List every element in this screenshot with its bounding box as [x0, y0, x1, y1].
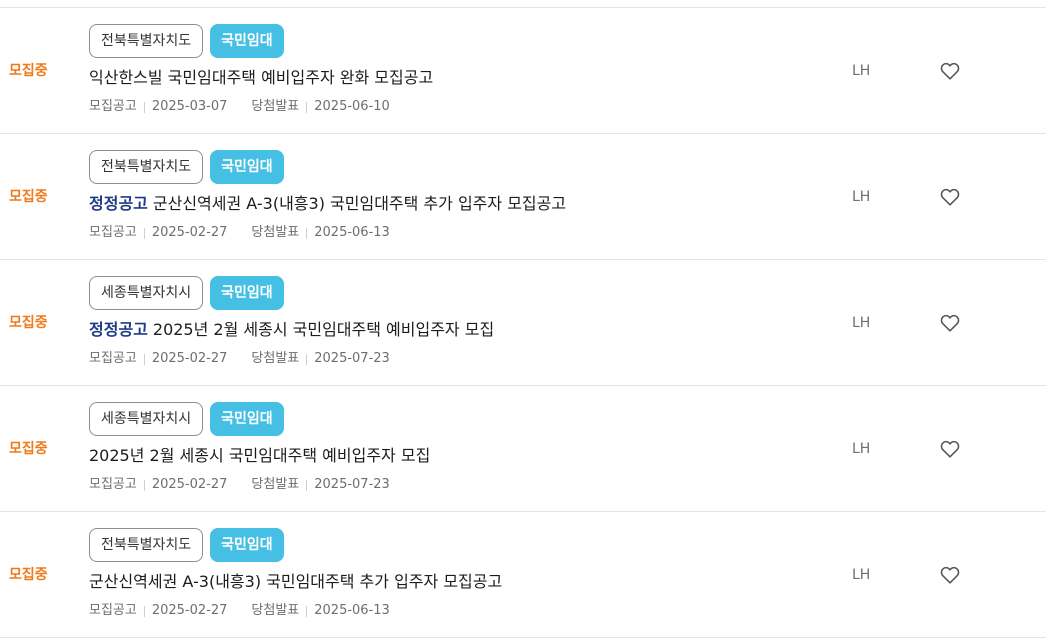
- notice-date: 2025-03-07: [151, 99, 228, 114]
- tag-group: 세종특별자치시 국민임대: [89, 402, 284, 436]
- listing-title-text: 군산신역세권 A-3(내흥3) 국민임대주택 추가 입주자 모집공고: [152, 194, 567, 213]
- status-badge: 모집중: [9, 63, 48, 79]
- listing-row[interactable]: 모집중 세종특별자치시 국민임대 2025년 2월 세종시 국민임대주택 예비입…: [0, 386, 1046, 512]
- heart-outline-icon[interactable]: [939, 564, 961, 586]
- listing-title[interactable]: 익산한스빌 국민임대주택 예비입주자 완화 모집공고: [89, 67, 433, 89]
- notice-label: 모집공고: [89, 603, 137, 618]
- winner-label: 당첨발표: [251, 99, 300, 114]
- notice-label: 모집공고: [89, 225, 137, 240]
- rental-type-tag: 국민임대: [210, 150, 284, 184]
- notice-date: 2025-02-27: [151, 351, 228, 366]
- tag-group: 전북특별자치도 국민임대: [89, 24, 284, 58]
- listing-row[interactable]: 모집중 전북특별자치도 국민임대 정정공고 군산신역세권 A-3(내흥3) 국민임…: [0, 134, 1046, 260]
- notice-date: 2025-02-27: [151, 477, 228, 492]
- region-tag: 세종특별자치시: [89, 276, 204, 310]
- meta-divider: [143, 479, 145, 491]
- winner-date: 2025-06-13: [314, 603, 390, 618]
- listing-meta: 모집공고 2025-02-27 당첨발표 2025-06-13: [89, 225, 390, 241]
- listing-title[interactable]: 정정공고 2025년 2월 세종시 국민임대주택 예비입주자 모집: [89, 319, 494, 341]
- listing-meta: 모집공고 2025-02-27 당첨발표 2025-07-23: [89, 477, 390, 493]
- listing-meta: 모집공고 2025-03-07 당첨발표 2025-06-10: [89, 99, 390, 115]
- status-badge: 모집중: [9, 189, 48, 205]
- correction-label: 정정공고: [89, 194, 148, 213]
- meta-divider: [143, 605, 145, 617]
- listing-row[interactable]: 모집중 전북특별자치도 국민임대 익산한스빌 국민임대주택 예비입주자 완화 모…: [0, 8, 1046, 134]
- rental-type-tag: 국민임대: [210, 24, 284, 58]
- listing-meta: 모집공고 2025-02-27 당첨발표 2025-06-13: [89, 603, 390, 619]
- status-badge: 모집중: [9, 315, 48, 331]
- meta-divider: [143, 227, 145, 239]
- winner-date: 2025-07-23: [314, 477, 390, 492]
- notice-label: 모집공고: [89, 477, 137, 492]
- notice-date: 2025-02-27: [151, 225, 228, 240]
- tag-group: 전북특별자치도 국민임대: [89, 528, 284, 562]
- meta-divider: [306, 101, 308, 113]
- winner-label: 당첨발표: [251, 603, 300, 618]
- region-tag: 전북특별자치도: [89, 150, 204, 184]
- winner-label: 당첨발표: [251, 477, 300, 492]
- listing-title-text: 군산신역세권 A-3(내흥3) 국민임대주택 추가 입주자 모집공고: [89, 572, 503, 591]
- heart-outline-icon[interactable]: [939, 186, 961, 208]
- listing-title-text: 2025년 2월 세종시 국민임대주택 예비입주자 모집: [89, 446, 431, 465]
- listing-row[interactable]: 모집중 전북특별자치도 국민임대 군산신역세권 A-3(내흥3) 국민임대주택 …: [0, 512, 1046, 638]
- listing-title[interactable]: 2025년 2월 세종시 국민임대주택 예비입주자 모집: [89, 445, 430, 467]
- status-badge: 모집중: [9, 567, 48, 583]
- status-badge: 모집중: [9, 441, 48, 457]
- meta-divider: [306, 605, 308, 617]
- organization-label: LH: [852, 315, 871, 331]
- rental-type-tag: 국민임대: [210, 276, 284, 310]
- organization-label: LH: [852, 441, 871, 457]
- tag-group: 세종특별자치시 국민임대: [89, 276, 284, 310]
- winner-label: 당첨발표: [251, 351, 300, 366]
- heart-outline-icon[interactable]: [939, 438, 961, 460]
- meta-divider: [143, 101, 145, 113]
- listing-title-text: 익산한스빌 국민임대주택 예비입주자 완화 모집공고: [89, 68, 434, 87]
- winner-date: 2025-06-10: [314, 99, 390, 114]
- heart-outline-icon[interactable]: [939, 312, 961, 334]
- listing-title-text: 2025년 2월 세종시 국민임대주택 예비입주자 모집: [152, 320, 495, 339]
- winner-label: 당첨발표: [251, 225, 300, 240]
- correction-label: 정정공고: [89, 320, 148, 339]
- listing-meta: 모집공고 2025-02-27 당첨발표 2025-07-23: [89, 351, 390, 367]
- tag-group: 전북특별자치도 국민임대: [89, 150, 284, 184]
- rental-type-tag: 국민임대: [210, 402, 284, 436]
- listing-title[interactable]: 군산신역세권 A-3(내흥3) 국민임대주택 추가 입주자 모집공고: [89, 571, 502, 593]
- region-tag: 전북특별자치도: [89, 24, 204, 58]
- notice-date: 2025-02-27: [151, 603, 228, 618]
- meta-divider: [306, 479, 308, 491]
- meta-divider: [143, 353, 145, 365]
- winner-date: 2025-06-13: [314, 225, 390, 240]
- rental-type-tag: 국민임대: [210, 528, 284, 562]
- heart-outline-icon[interactable]: [939, 60, 961, 82]
- organization-label: LH: [852, 189, 871, 205]
- listing-row[interactable]: 모집중 세종특별자치시 국민임대 정정공고 2025년 2월 세종시 국민임대주택…: [0, 260, 1046, 386]
- listing-list: 모집중 전북특별자치도 국민임대 익산한스빌 국민임대주택 예비입주자 완화 모…: [0, 8, 1046, 638]
- region-tag: 전북특별자치도: [89, 528, 204, 562]
- notice-label: 모집공고: [89, 351, 137, 366]
- region-tag: 세종특별자치시: [89, 402, 204, 436]
- organization-label: LH: [852, 567, 871, 583]
- winner-date: 2025-07-23: [314, 351, 390, 366]
- meta-divider: [306, 227, 308, 239]
- notice-label: 모집공고: [89, 99, 137, 114]
- organization-label: LH: [852, 63, 871, 79]
- meta-divider: [306, 353, 308, 365]
- listing-title[interactable]: 정정공고 군산신역세권 A-3(내흥3) 국민임대주택 추가 입주자 모집공고: [89, 193, 566, 215]
